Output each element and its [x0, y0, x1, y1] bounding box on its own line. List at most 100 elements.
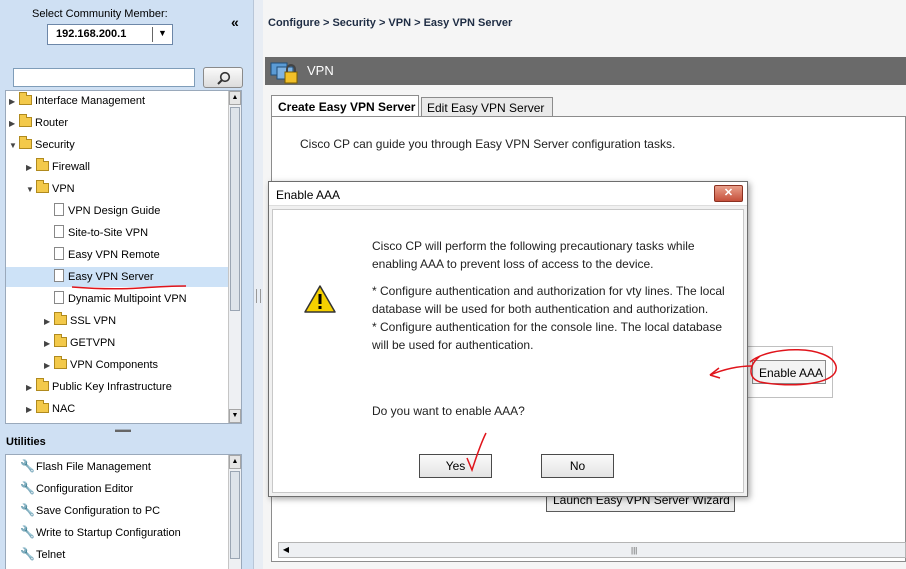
utility-item-label: Configuration Editor	[36, 483, 134, 495]
page-icon	[54, 203, 64, 216]
tree-item[interactable]: ▶ GETVPN	[44, 333, 115, 353]
collapse-arrow-icon[interactable]: ▼	[26, 180, 36, 200]
dialog-text-line: * Configure authentication for the conso…	[372, 320, 723, 334]
divider-grip[interactable]	[256, 289, 261, 303]
panel-divider[interactable]	[253, 0, 263, 569]
tree-item[interactable]: ▶ Interface Management	[9, 91, 145, 111]
panel-splitter-grip[interactable]: ▬▬	[115, 425, 131, 434]
tree-item-label: Easy VPN Remote	[68, 249, 160, 261]
chevron-down-icon[interactable]: ▼	[158, 28, 167, 38]
folder-icon	[19, 114, 32, 127]
breadcrumb: Configure > Security > VPN > Easy VPN Se…	[268, 17, 513, 29]
horizontal-scrollbar[interactable]: ◀ |||	[278, 542, 906, 558]
section-title: VPN	[307, 63, 334, 78]
tree-item-label: Site-to-Site VPN	[68, 227, 149, 239]
utility-item[interactable]: 🔧Flash File Management	[20, 455, 151, 477]
enable-aaa-dialog: Enable AAA ✕ Cisco CP will perform the f…	[268, 181, 748, 497]
tab-create-easy-vpn-server[interactable]: Create Easy VPN Server	[271, 95, 419, 117]
folder-icon	[19, 92, 32, 105]
collapse-panel-icon[interactable]: «	[231, 14, 239, 30]
community-member-value: 192.168.200.1	[56, 28, 127, 40]
tree-item-label: Firewall	[52, 161, 90, 173]
community-member-label: Select Community Member:	[32, 8, 168, 20]
utility-item[interactable]: 🔧Save Configuration to PC	[20, 499, 160, 521]
wrench-icon: 🔧	[20, 459, 35, 473]
scroll-up-icon[interactable]: ▲	[229, 455, 241, 469]
expand-arrow-icon[interactable]: ▶	[44, 312, 54, 332]
left-navigation-panel: Select Community Member: 192.168.200.1 ▼…	[0, 0, 253, 569]
dialog-question: Do you want to enable AAA?	[372, 404, 525, 418]
community-member-select[interactable]: 192.168.200.1 ▼	[47, 24, 173, 45]
tree-item[interactable]: Easy VPN Remote	[44, 245, 160, 265]
yes-button[interactable]: Yes	[419, 454, 492, 478]
folder-icon	[36, 400, 49, 413]
folder-icon	[36, 378, 49, 391]
expand-arrow-icon[interactable]: ▶	[26, 400, 36, 420]
wrench-icon: 🔧	[20, 503, 35, 517]
wrench-icon: 🔧	[20, 525, 35, 539]
utility-item-label: Write to Startup Configuration	[36, 527, 181, 539]
intro-text: Cisco CP can guide you through Easy VPN …	[300, 137, 676, 151]
tree-item[interactable]: ▶ Public Key Infrastructure	[26, 377, 172, 397]
folder-icon	[19, 136, 32, 149]
dialog-body: Cisco CP will perform the following prec…	[272, 209, 744, 493]
tree-item-label: Interface Management	[35, 95, 146, 107]
scroll-up-icon[interactable]: ▲	[229, 91, 241, 105]
tree-item-label: VPN Components	[70, 359, 159, 371]
wrench-icon: 🔧	[20, 547, 35, 561]
utility-item[interactable]: 🔧Configuration Editor	[20, 477, 133, 499]
tree-item-label: VPN	[52, 183, 75, 195]
search-button[interactable]	[203, 67, 243, 88]
vpn-lock-icon	[270, 62, 298, 84]
enable-aaa-button[interactable]: Enable AAA	[752, 360, 826, 384]
folder-icon	[54, 312, 67, 325]
expand-arrow-icon[interactable]: ▶	[9, 114, 19, 134]
folder-icon	[36, 158, 49, 171]
expand-arrow-icon[interactable]: ▶	[26, 158, 36, 178]
expand-arrow-icon[interactable]: ▶	[9, 92, 19, 112]
tree-item[interactable]: ▶ NAC	[26, 399, 75, 419]
dialog-text-line: enabling AAA to prevent loss of access t…	[372, 257, 654, 271]
tree-item-label: GETVPN	[70, 337, 116, 349]
folder-icon	[54, 356, 67, 369]
tree-scroll-thumb[interactable]	[230, 107, 240, 311]
dialog-text-line: Cisco CP will perform the following prec…	[372, 239, 695, 253]
tree-item-label: Dynamic Multipoint VPN	[68, 293, 187, 305]
page-icon	[54, 269, 64, 282]
dialog-text-line: will be used for authentication.	[372, 338, 534, 352]
page-icon	[54, 247, 64, 260]
close-button[interactable]: ✕	[714, 185, 743, 202]
utility-item-label: Telnet	[36, 549, 66, 561]
expand-arrow-icon[interactable]: ▶	[44, 334, 54, 354]
collapse-arrow-icon[interactable]: ▼	[9, 136, 19, 156]
utilities-scroll-thumb[interactable]	[230, 471, 240, 559]
navigation-tree: ▶ Interface Management ▶ Router ▼ Security ▶ Fi…	[5, 90, 242, 424]
warning-icon	[304, 285, 336, 313]
utilities-scrollbar[interactable]: ▲	[228, 455, 241, 569]
folder-icon	[36, 180, 49, 193]
tree-item[interactable]: ▼ Security	[9, 135, 75, 155]
dialog-title: Enable AAA	[276, 188, 341, 202]
tree-item[interactable]: Site-to-Site VPN	[44, 223, 148, 243]
tree-scrollbar[interactable]: ▲ ▼	[228, 91, 241, 423]
utility-item[interactable]: 🔧Telnet	[20, 543, 65, 565]
scroll-grip-icon[interactable]: |||	[631, 546, 637, 555]
tree-item[interactable]: ▼ VPN	[26, 179, 75, 199]
tree-item-label: NAC	[52, 403, 76, 415]
scroll-down-icon[interactable]: ▼	[229, 409, 241, 423]
expand-arrow-icon[interactable]: ▶	[44, 356, 54, 376]
tree-item[interactable]: ▶ VPN Components	[44, 355, 158, 375]
tree-item[interactable]: VPN Design Guide	[44, 201, 160, 221]
scroll-left-icon[interactable]: ◀	[280, 544, 292, 556]
tree-item[interactable]: ▶ SSL VPN	[44, 311, 116, 331]
search-input[interactable]	[13, 68, 195, 87]
tree-item[interactable]: ▶ Firewall	[26, 157, 90, 177]
expand-arrow-icon[interactable]: ▶	[26, 378, 36, 398]
no-button[interactable]: No	[541, 454, 614, 478]
tree-item[interactable]: Dynamic Multipoint VPN	[44, 289, 187, 309]
tree-item[interactable]: ▶ Router	[9, 113, 68, 133]
utility-item[interactable]: 🔧Write to Startup Configuration	[20, 521, 181, 543]
tab-edit-easy-vpn-server[interactable]: Edit Easy VPN Server	[421, 97, 553, 117]
utility-item-label: Save Configuration to PC	[36, 505, 161, 517]
dialog-titlebar[interactable]: Enable AAA ✕	[269, 182, 747, 206]
